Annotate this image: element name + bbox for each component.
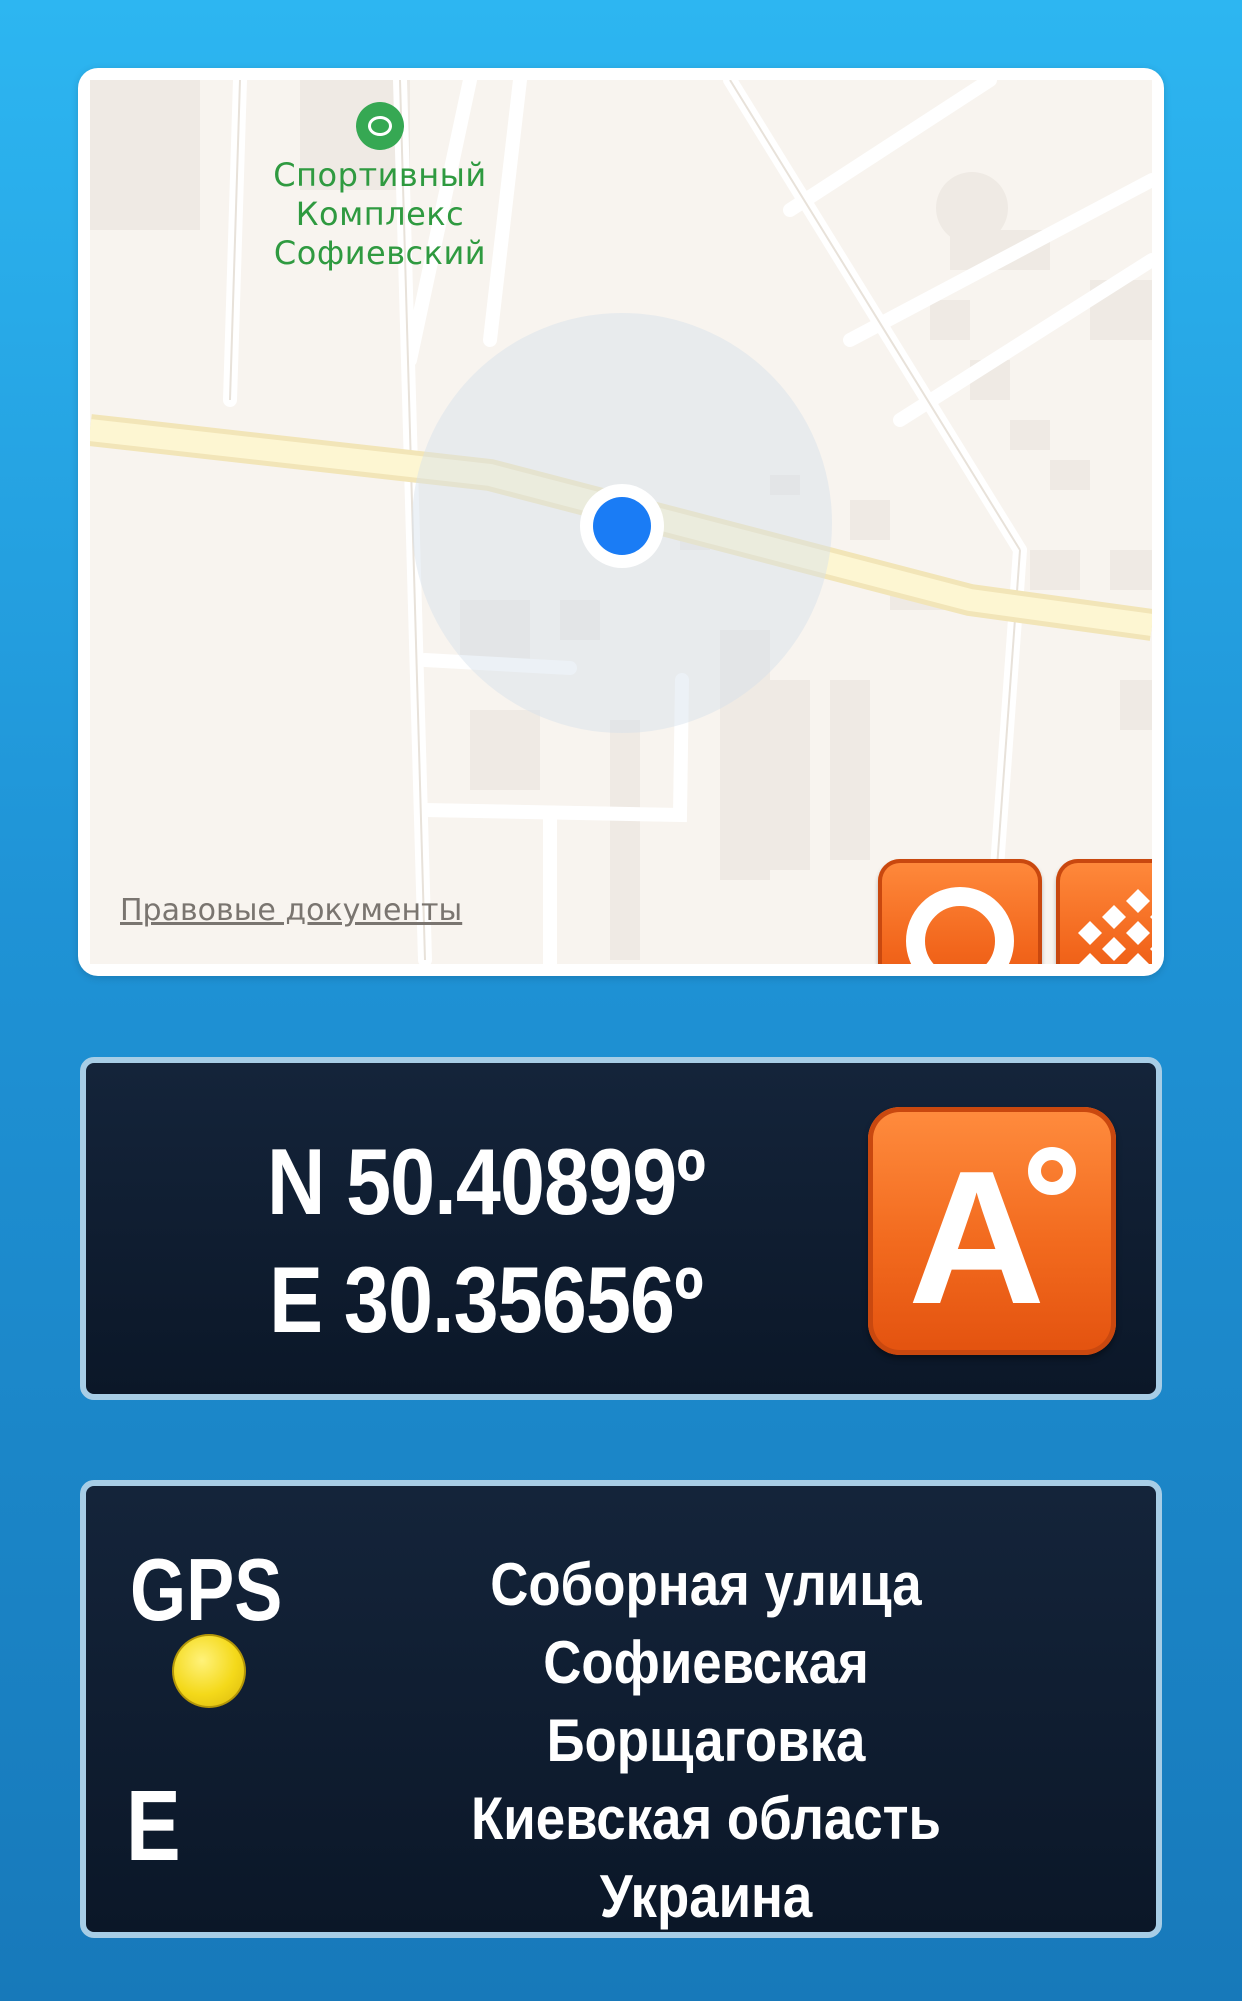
address-street: Соборная улица: [490, 1551, 922, 1618]
degree-format-icon: [1028, 1147, 1076, 1195]
gps-label: GPS: [130, 1540, 283, 1639]
coordinates-readout: N 50.40899º E 30.35656º: [245, 1123, 727, 1359]
coordinate-format-button[interactable]: A: [868, 1107, 1116, 1355]
map-view[interactable]: Спортивный Комплекс Софиевский Правовые …: [90, 80, 1152, 964]
diamond-grid-icon: [1078, 889, 1152, 964]
stadium-icon: [356, 102, 404, 150]
poi-sports-complex[interactable]: Спортивный Комплекс Софиевский: [230, 102, 530, 273]
map-type-button[interactable]: [1056, 859, 1152, 964]
format-letter: A: [908, 1132, 1046, 1344]
legal-documents-link[interactable]: Правовые документы: [120, 893, 462, 928]
address-country: Украина: [599, 1863, 813, 1930]
address-locality: Софиевская Борщаговка: [543, 1629, 869, 1774]
address-panel: GPS E Соборная улица Софиевская Борщагов…: [80, 1480, 1162, 1938]
record-button[interactable]: [878, 859, 1042, 964]
longitude-value: E 30.35656º: [269, 1247, 703, 1352]
gps-status-indicator: [174, 1636, 244, 1706]
direction-label: E: [126, 1770, 181, 1882]
address-text: Соборная улица Софиевская Борщаговка Кие…: [380, 1546, 1031, 1936]
coordinates-panel: N 50.40899º E 30.35656º A: [80, 1057, 1162, 1400]
latitude-value: N 50.40899º: [266, 1129, 706, 1234]
current-location-icon: [580, 484, 664, 568]
map-card: Спортивный Комплекс Софиевский Правовые …: [78, 68, 1164, 976]
poi-label: Спортивный Комплекс Софиевский: [273, 156, 487, 272]
record-circle-icon: [906, 887, 1014, 964]
address-region: Киевская область: [471, 1785, 941, 1852]
